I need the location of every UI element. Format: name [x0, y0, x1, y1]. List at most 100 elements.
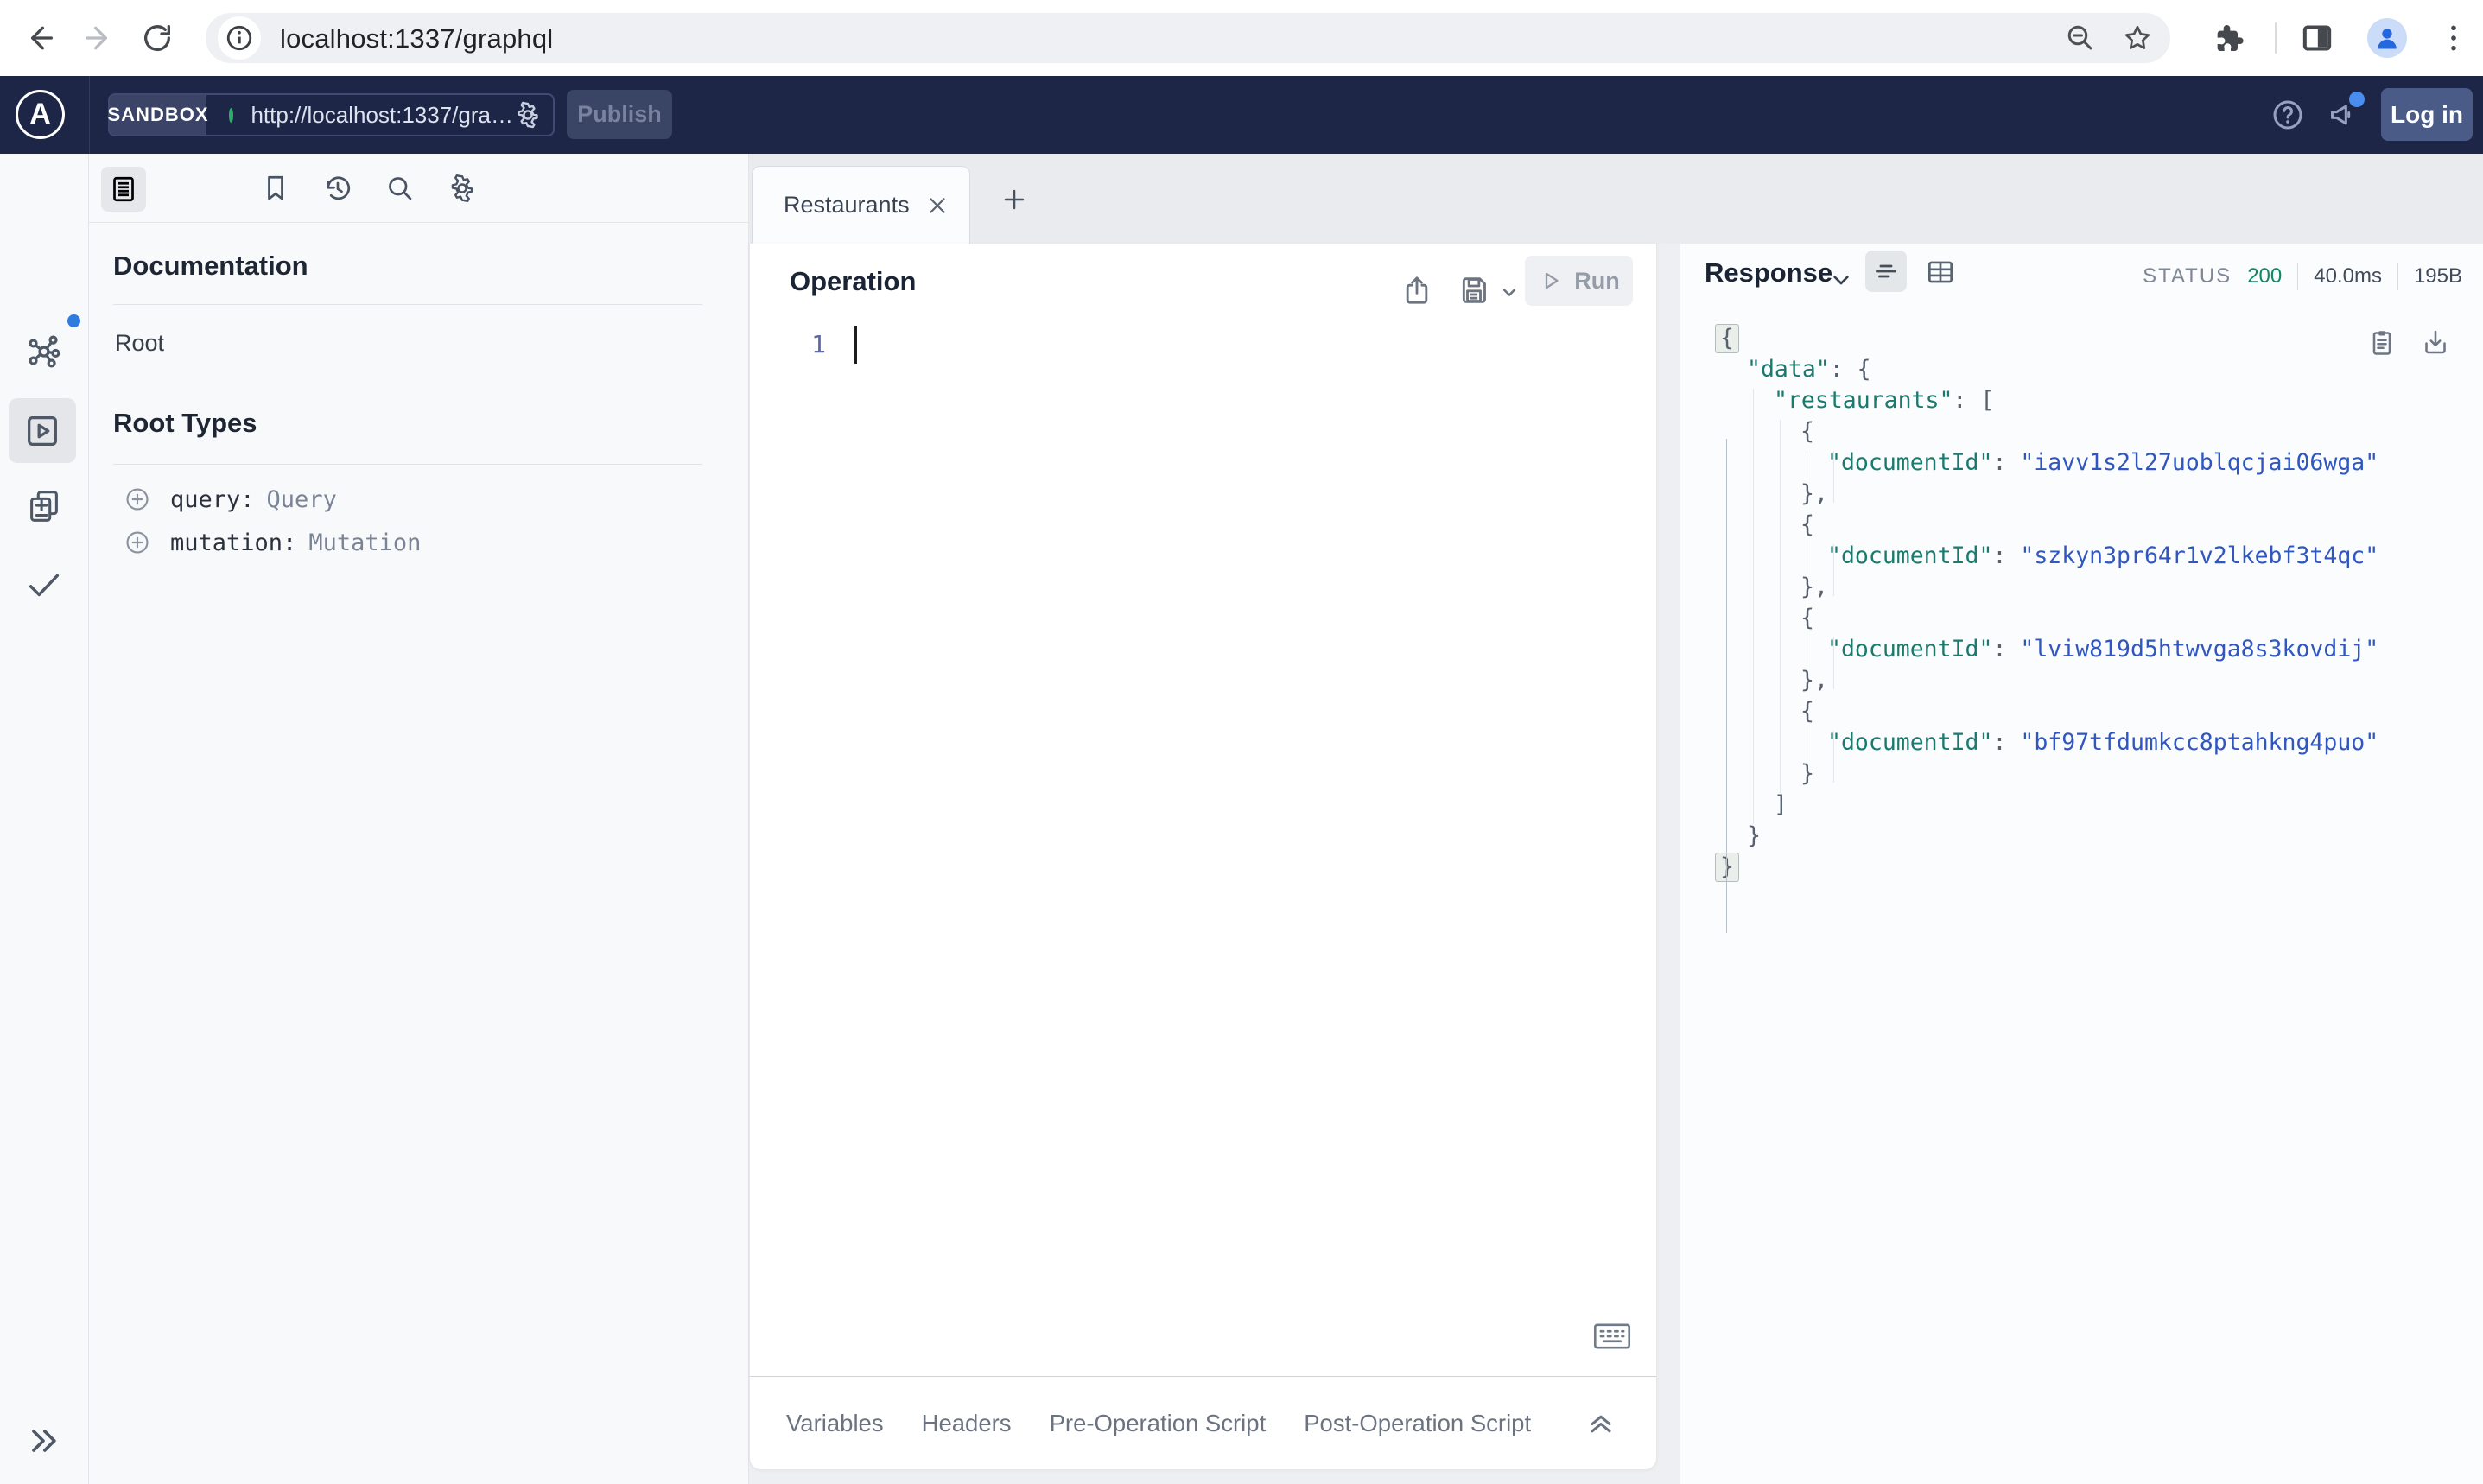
save-operation-icon[interactable] [1457, 273, 1491, 308]
response-json-line: } [1747, 822, 1761, 849]
response-json-line: "documentId": "iavv1s2l27uoblqcjai06wga" [1827, 449, 2379, 476]
response-size: 195B [2413, 264, 2462, 288]
diff-nav-icon[interactable] [24, 486, 64, 526]
indent-guide [1833, 731, 1834, 783]
response-json-line: { [1711, 510, 2454, 541]
browser-forward-icon[interactable] [81, 21, 116, 55]
browser-toolbar: localhost:1337/graphql [0, 0, 2483, 76]
response-json-line: { [1711, 603, 2454, 634]
history-icon[interactable] [322, 173, 353, 204]
response-json-line: { [1711, 696, 2454, 727]
endpoint-url[interactable]: http://localhost:1337/gra… [251, 102, 513, 129]
response-title: Response [1705, 257, 1833, 288]
bookmark-star-icon[interactable] [2122, 22, 2153, 54]
extensions-icon[interactable] [2212, 21, 2246, 55]
browser-reload-icon[interactable] [140, 21, 175, 55]
announcements-icon[interactable] [2326, 92, 2365, 132]
operation-tab-strip: Restaurants [749, 154, 2483, 244]
zoom-out-icon[interactable] [2065, 22, 2096, 54]
response-json-line: }, [1800, 667, 1828, 694]
query-type-link[interactable]: Query [267, 486, 337, 513]
site-info-icon[interactable] [218, 16, 261, 60]
browser-menu-icon[interactable] [2436, 21, 2471, 55]
apollo-logo[interactable]: A [16, 90, 65, 139]
tab-post-operation-script[interactable]: Post-Operation Script [1304, 1410, 1531, 1437]
header-divider [89, 76, 90, 154]
meta-separator [2397, 263, 2398, 290]
expand-bottom-panel-icon[interactable] [1584, 1405, 1618, 1439]
status-label: STATUS [2143, 264, 2232, 288]
response-json-line: "documentId": "szkyn3pr64r1v2lkebf3t4qc" [1827, 542, 2379, 569]
add-mutation-icon[interactable] [124, 529, 151, 556]
save-dropdown-chevron-icon[interactable] [1497, 280, 1521, 304]
side-panel-icon[interactable] [2300, 21, 2334, 55]
root-type-query-row[interactable]: query: Query [124, 484, 337, 515]
doc-toolbar-divider [89, 222, 749, 223]
indent-guide [1833, 544, 1834, 596]
share-operation-icon[interactable] [1400, 273, 1434, 308]
apollo-sandbox-app: localhost:1337/graphql A SANDBOX http://… [0, 0, 2483, 1484]
response-json-viewer[interactable]: {"data": {"restaurants": [{"documentId":… [1711, 323, 2454, 933]
settings-gear-icon[interactable] [447, 173, 478, 204]
response-json-view-icon[interactable] [1865, 251, 1907, 292]
status-code: 200 [2247, 264, 2283, 288]
tab-label: Restaurants [784, 192, 910, 218]
response-metadata: STATUS 200 40.0ms 195B [2143, 263, 2462, 290]
schema-graph-icon[interactable] [24, 333, 64, 372]
keyboard-shortcuts-icon[interactable] [1592, 1319, 1632, 1354]
documentation-tab-icon[interactable] [101, 167, 146, 212]
search-icon[interactable] [384, 173, 416, 204]
checks-nav-icon[interactable] [24, 564, 64, 604]
response-json-line: { [1800, 418, 1814, 445]
operation-editor-area[interactable] [862, 327, 1630, 1346]
tab-headers[interactable]: Headers [922, 1410, 1012, 1437]
response-json-line: } [1800, 760, 1814, 787]
json-lines: {"data": {"restaurants": [{"documentId":… [1711, 323, 2454, 883]
response-json-line: "restaurants": [ [1774, 387, 1995, 414]
saved-operations-icon[interactable] [260, 173, 291, 204]
endpoint-settings-icon[interactable] [513, 100, 543, 130]
announcement-notification-dot [2349, 92, 2365, 107]
documentation-title: Documentation [113, 251, 308, 281]
run-button[interactable]: Run [1525, 256, 1633, 306]
new-tab-icon[interactable] [1000, 185, 1029, 214]
response-json-line: "documentId": "bf97tfdumkcc8ptahkng4puo" [1827, 729, 2379, 756]
publish-button[interactable]: Publish [567, 90, 672, 139]
login-button[interactable]: Log in [2381, 88, 2473, 141]
response-json-line: }, [1800, 574, 1828, 600]
run-button-label: Run [1574, 267, 1620, 294]
connection-status-dot [229, 107, 234, 123]
query-field-name: query: [170, 485, 255, 513]
doc-divider [113, 304, 702, 305]
tab-variables[interactable]: Variables [786, 1410, 884, 1437]
operation-title: Operation [790, 266, 917, 296]
doc-divider-2 [113, 464, 702, 465]
add-query-icon[interactable] [124, 485, 151, 513]
operation-bottom-bar: Variables Headers Pre-Operation Script P… [750, 1377, 1656, 1470]
browser-back-icon[interactable] [22, 21, 57, 55]
mutation-type-link[interactable]: Mutation [308, 530, 421, 556]
endpoint-box[interactable]: SANDBOX http://localhost:1337/gra… [108, 93, 555, 136]
meta-separator [2297, 263, 2299, 290]
expand-rail-icon[interactable] [24, 1422, 64, 1462]
browser-profile-avatar[interactable] [2367, 18, 2407, 58]
response-dropdown-chevron-icon[interactable] [1827, 266, 1855, 294]
help-icon[interactable] [2270, 98, 2305, 132]
close-tab-icon[interactable] [924, 193, 950, 219]
apollo-header: A SANDBOX http://localhost:1337/gra… Pub… [0, 76, 2483, 154]
url-text[interactable]: localhost:1337/graphql [280, 23, 553, 54]
response-table-view-icon[interactable] [1924, 256, 1957, 289]
root-type-mutation-row[interactable]: mutation: Mutation [124, 527, 421, 558]
toolbar-divider [2275, 22, 2277, 54]
apollo-logo-letter: A [29, 98, 51, 130]
root-link[interactable]: Root [115, 330, 164, 357]
tab-restaurants[interactable]: Restaurants [752, 166, 970, 244]
schema-notification-dot [67, 314, 80, 327]
response-json-line: ] [1774, 791, 1788, 818]
json-fold-line [1726, 439, 1727, 933]
tab-pre-operation-script[interactable]: Pre-Operation Script [1050, 1410, 1267, 1437]
explorer-nav-item[interactable] [9, 398, 76, 463]
bracket-highlight[interactable]: { [1715, 324, 1739, 353]
browser-address-bar[interactable]: localhost:1337/graphql [206, 13, 2170, 63]
response-time: 40.0ms [2314, 264, 2382, 288]
